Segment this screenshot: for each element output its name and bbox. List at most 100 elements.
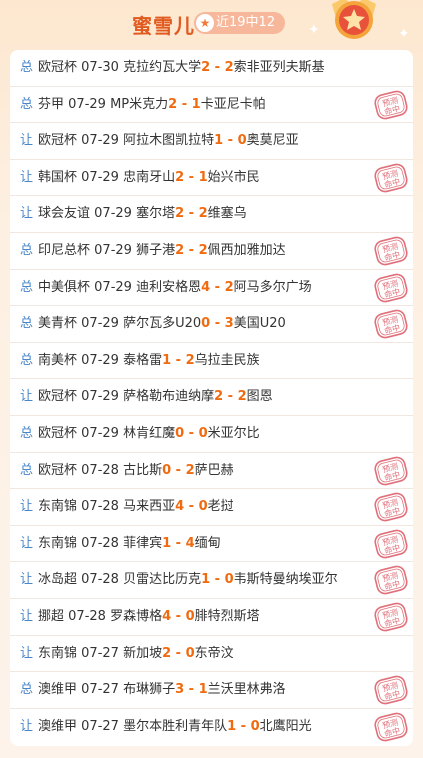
score-separator: -	[184, 426, 199, 441]
prediction-hit-stamp-icon: 预测命中	[374, 163, 408, 193]
match-row[interactable]: 总中美俱杯 07-29 迪利安格恩4 - 2阿马多尔广场 预测 命中	[10, 270, 413, 307]
away-score: 0	[185, 645, 195, 661]
prediction-hit-stamp-icon: 预测命中	[374, 236, 408, 266]
match-row[interactable]: 让东南锦 07-27 新加坡2 - 0东帝汶	[10, 636, 413, 673]
match-row[interactable]: 总印尼总杯 07-29 狮子港2 - 2佩西加雅加达 预测 命中	[10, 233, 413, 270]
bet-type-label: 让	[20, 535, 34, 551]
league-name: 中美俱杯	[38, 279, 91, 295]
match-row[interactable]: 让欧冠杯 07-29 阿拉木图凯拉特1 - 0奥莫尼亚	[10, 123, 413, 160]
bet-type-label: 让	[20, 389, 34, 405]
home-team: 忠南牙山	[123, 169, 176, 185]
match-row[interactable]: 总南美杯 07-29 泰格雷1 - 2乌拉圭民族	[10, 343, 413, 380]
bet-type-label: 总	[20, 316, 34, 332]
away-team: 兰沃里林弗洛	[207, 682, 286, 698]
away-team: 缅甸	[194, 535, 221, 551]
home-score: 2	[201, 60, 211, 75]
match-date: 07-29	[81, 169, 119, 185]
match-text: 芬甲 07-29 MP米克力2 - 1卡亚尼卡帕	[38, 87, 266, 123]
home-team: 萨尔瓦多U20	[123, 316, 202, 332]
match-row[interactable]: 总欧冠杯 07-28 古比斯0 - 2萨巴赫 预测 命中	[10, 453, 413, 490]
home-score: 2	[175, 169, 185, 185]
bet-type-label: 让	[20, 206, 34, 222]
match-row[interactable]: 让球会友谊 07-29 塞尔塔2 - 2维塞乌	[10, 196, 413, 233]
match-text: 挪超 07-28 罗森博格4 - 0腓特烈斯塔	[38, 599, 260, 635]
home-team: 塞尔塔	[136, 206, 176, 222]
bet-type-label: 让	[20, 609, 34, 624]
bet-type-label: 让	[20, 499, 34, 515]
header: 蜜雪儿 ★ 近19中12 ✦ ✦	[0, 0, 423, 48]
match-text: 欧冠杯 07-29 阿拉木图凯拉特1 - 0奥莫尼亚	[38, 123, 299, 159]
match-date: 07-29	[81, 352, 119, 368]
match-text: 球会友谊 07-29 塞尔塔2 - 2维塞乌	[38, 196, 247, 232]
away-team: 东帝汶	[194, 645, 234, 661]
match-row[interactable]: 总美青杯 07-29 萨尔瓦多U200 - 3美国U20 预测 命中	[10, 306, 413, 343]
bet-type-label: 让	[20, 718, 34, 734]
away-score: 1	[198, 682, 208, 698]
bet-type-label: 总	[20, 462, 34, 478]
home-score: 1	[162, 535, 172, 551]
bet-type-label: 总	[20, 352, 34, 368]
bet-type-label: 总	[20, 96, 34, 112]
score-separator: -	[210, 60, 225, 75]
match-date: 07-29	[81, 133, 119, 149]
match-row[interactable]: 让冰岛超 07-28 贝雷达比历克1 - 0韦斯特曼纳埃亚尔 预测 命中	[10, 562, 413, 599]
away-team: 北鹰阳光	[259, 718, 312, 734]
bet-type-label: 总	[20, 243, 34, 258]
home-team: 林肯红魔	[123, 426, 176, 441]
score-separator: -	[184, 169, 199, 185]
sparkle-icon: ✦	[308, 22, 320, 38]
away-team: 阿马多尔广场	[233, 279, 312, 295]
away-team: 奥莫尼亚	[246, 133, 299, 149]
match-date: 07-29	[94, 243, 132, 258]
league-name: 球会友谊	[38, 206, 91, 222]
match-row[interactable]: 总澳维甲 07-27 布琳狮子3 - 1兰沃里林弗洛 预测 命中	[10, 672, 413, 709]
prediction-hit-stamp-icon: 预测命中	[374, 602, 408, 632]
match-row[interactable]: 让澳维甲 07-27 墨尔本胜利青年队1 - 0北鹰阳光 预测 命中	[10, 709, 413, 746]
match-date: 07-28	[68, 609, 106, 624]
match-row[interactable]: 让东南锦 07-28 马来西亚4 - 0老挝 预测 命中	[10, 489, 413, 526]
away-score: 2	[224, 60, 234, 75]
match-date: 07-28	[81, 499, 119, 515]
home-score: 2	[168, 96, 178, 112]
away-score: 4	[185, 535, 195, 551]
score-separator: -	[177, 96, 192, 112]
away-score: 0	[198, 426, 208, 441]
match-text: 南美杯 07-29 泰格雷1 - 2乌拉圭民族	[38, 343, 260, 379]
match-row[interactable]: 总欧冠杯 07-30 克拉约瓦大学2 - 2索非亚列夫斯基	[10, 50, 413, 87]
match-text: 澳维甲 07-27 布琳狮子3 - 1兰沃里林弗洛	[38, 672, 286, 708]
away-team: 韦斯特曼纳埃亚尔	[233, 572, 338, 588]
match-text: 东南锦 07-28 菲律宾1 - 4缅甸	[38, 526, 221, 562]
medal-star-icon	[332, 0, 376, 39]
score-separator: -	[223, 389, 238, 405]
home-score: 1	[227, 718, 237, 734]
match-text: 韩国杯 07-29 忠南牙山2 - 1始兴市民	[38, 160, 260, 196]
match-date: 07-29	[81, 389, 119, 405]
prediction-hit-stamp-icon: 预测命中	[374, 566, 408, 595]
match-date: 07-29	[94, 279, 132, 295]
match-row[interactable]: 让韩国杯 07-29 忠南牙山2 - 1始兴市民 预测 命中	[10, 160, 413, 197]
match-text: 欧冠杯 07-29 萨格勒布迪纳摩2 - 2图恩	[38, 379, 273, 415]
prediction-hit-stamp-icon: 预测命中	[374, 675, 408, 705]
away-team: 索非亚列夫斯基	[233, 60, 325, 75]
score-separator: -	[171, 645, 186, 661]
match-row[interactable]: 让挪超 07-28 罗森博格4 - 0腓特烈斯塔 预测 命中	[10, 599, 413, 636]
score-separator: -	[171, 462, 186, 478]
match-row[interactable]: 让东南锦 07-28 菲律宾1 - 4缅甸 预测 命中	[10, 526, 413, 563]
away-team: 图恩	[246, 389, 273, 405]
league-name: 东南锦	[38, 535, 78, 551]
match-row[interactable]: 让欧冠杯 07-29 萨格勒布迪纳摩2 - 2图恩	[10, 379, 413, 416]
away-team: 维塞乌	[207, 206, 247, 222]
match-row[interactable]: 总欧冠杯 07-29 林肯红魔0 - 0米亚尔比	[10, 416, 413, 453]
match-text: 澳维甲 07-27 墨尔本胜利青年队1 - 0北鹰阳光	[38, 709, 312, 745]
league-name: 澳维甲	[38, 682, 78, 698]
away-team: 腓特烈斯塔	[194, 609, 260, 624]
away-score: 2	[224, 279, 234, 295]
score-separator: -	[171, 352, 186, 368]
home-score: 2	[162, 645, 172, 661]
home-team: 菲律宾	[123, 535, 163, 551]
match-row[interactable]: 总芬甲 07-29 MP米克力2 - 1卡亚尼卡帕 预测 命中	[10, 87, 413, 124]
match-date: 07-27	[81, 645, 119, 661]
home-score: 0	[175, 426, 185, 441]
match-text: 印尼总杯 07-29 狮子港2 - 2佩西加雅加达	[38, 233, 286, 269]
match-date: 07-30	[81, 60, 119, 75]
